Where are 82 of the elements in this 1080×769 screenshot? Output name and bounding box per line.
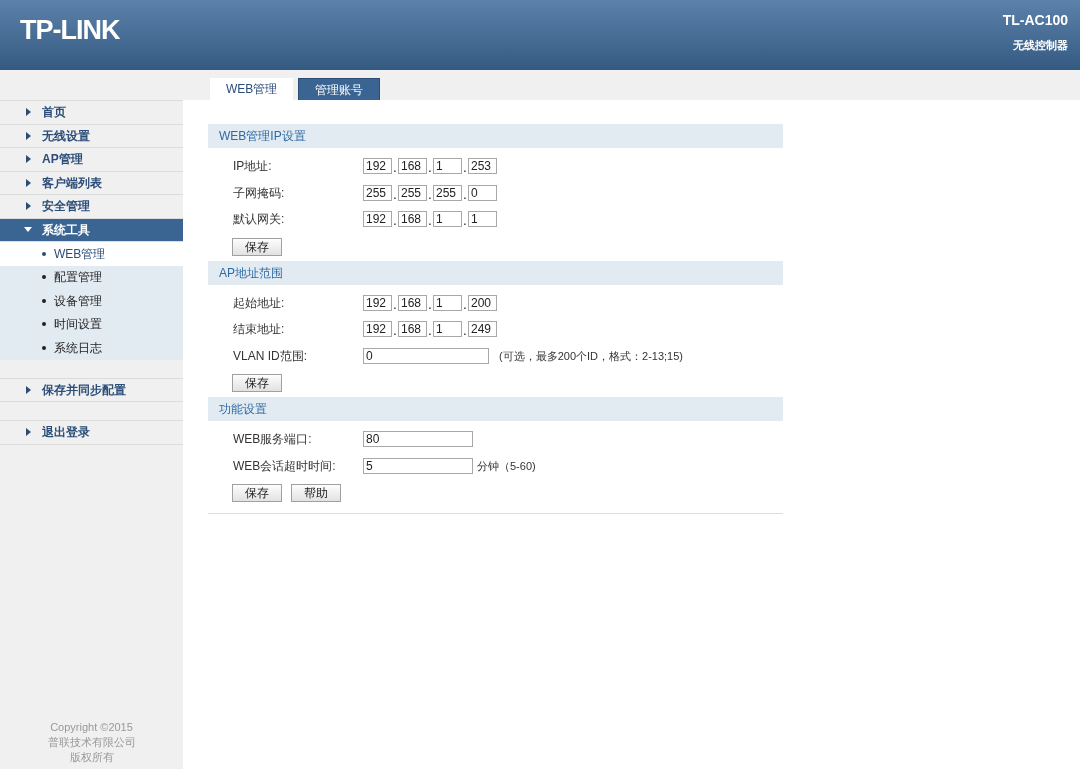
tab[interactable]: 管理账号 [298,78,381,100]
octet-field[interactable]: 168 [398,158,427,175]
octet-separator: . [392,298,398,311]
octet-field[interactable]: 192 [363,294,392,311]
octet-separator: . [392,325,398,338]
device-subtitle: 无线控制器 [1013,38,1068,54]
octet-field[interactable]: 168 [398,294,427,311]
section-header: AP地址范围 [208,260,783,285]
text-field[interactable]: 80 [363,431,473,448]
octet-field[interactable]: 255 [363,184,392,201]
octet-field[interactable]: 192 [363,211,392,228]
octet-separator: . [462,162,468,175]
field-label: WEB会话超时时间: [233,457,337,475]
section-header: WEB管理IP设置 [208,124,783,148]
section-header: 功能设置 [208,397,783,421]
octet-field[interactable]: 1 [433,294,462,311]
submenu-item[interactable]: WEB管理 [0,242,183,266]
octet-field[interactable]: 255 [398,184,427,201]
octet-field[interactable]: 192 [363,321,392,338]
caret-right-icon [24,428,32,437]
octet-separator: . [462,188,468,201]
field-label: IP地址: [233,158,273,176]
field-label: WEB服务端口: [233,431,313,449]
octet-field[interactable]: 1 [433,211,462,228]
bullet-icon [42,275,46,280]
submenu-item[interactable]: 系统日志 [0,336,183,360]
text-field[interactable]: 0 [363,347,489,364]
field-hint: (可选，最多200个ID，格式：2-13;15) [499,348,683,364]
bullet-icon [42,251,46,256]
form-button[interactable]: 保存 [232,237,282,256]
octet-separator: . [427,298,433,311]
octet-field[interactable]: 200 [468,294,497,311]
octet-field[interactable]: 249 [468,321,497,338]
octet-separator: . [462,298,468,311]
bullet-icon [42,345,46,350]
bullet-icon [42,322,46,327]
octet-separator: . [392,188,398,201]
octet-field[interactable]: 1 [433,158,462,175]
copyright-text: 版权所有 [69,750,114,765]
bullet-icon [42,298,46,303]
caret-right-icon [24,385,32,394]
field-label: 结束地址: [233,321,286,339]
octet-field[interactable]: 168 [398,211,427,228]
caret-down-icon [24,225,32,234]
octet-separator: . [427,188,433,201]
caret-right-icon [24,202,32,211]
octet-separator: . [427,325,433,338]
field-label: 起始地址: [233,294,286,312]
submenu-item[interactable]: 设备管理 [0,289,183,313]
model-name: TL-AC100 [1002,11,1068,31]
form-button[interactable]: 保存 [232,484,282,502]
field-label: VLAN ID范围: [233,347,308,365]
form-button[interactable]: 帮助 [291,484,341,502]
copyright-text: Copyright ©2015 [50,720,133,735]
caret-right-icon [24,178,32,187]
octet-separator: . [392,215,398,228]
octet-field[interactable]: 253 [468,158,497,175]
octet-field[interactable]: 255 [433,184,462,201]
copyright-text: 普联技术有限公司 [47,735,136,750]
octet-field[interactable]: 192 [363,158,392,175]
logo: TP-LINK [20,13,120,47]
field-label: 子网掩码: [233,184,286,202]
form-button[interactable]: 保存 [232,374,282,392]
octet-separator: . [427,215,433,228]
octet-separator: . [462,215,468,228]
octet-field[interactable]: 1 [468,211,497,228]
text-field[interactable]: 5 [363,457,473,474]
octet-separator: . [462,325,468,338]
field-label: 默认网关: [233,211,286,229]
submenu-item[interactable]: 配置管理 [0,265,183,289]
octet-separator: . [427,162,433,175]
octet-field[interactable]: 168 [398,321,427,338]
caret-right-icon [24,108,32,117]
caret-right-icon [24,131,32,140]
submenu-item[interactable]: 时间设置 [0,312,183,336]
octet-separator: . [392,162,398,175]
field-hint: 分钟（5-60) [477,458,536,474]
tab[interactable]: WEB管理 [210,78,294,100]
octet-field[interactable]: 0 [468,184,497,201]
octet-field[interactable]: 1 [433,321,462,338]
caret-right-icon [24,155,32,164]
menu-item[interactable]: 系统工具 [0,218,183,242]
